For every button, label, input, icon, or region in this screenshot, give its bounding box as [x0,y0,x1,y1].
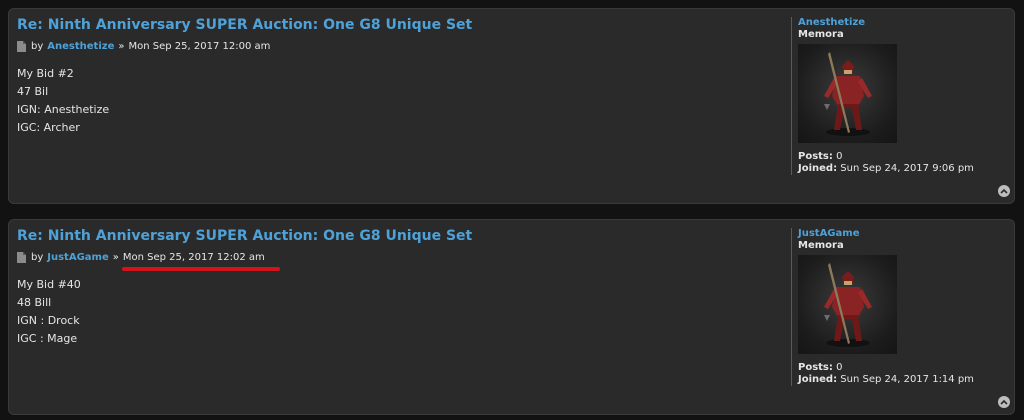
author-link[interactable]: JustAGame [47,252,108,263]
post-byline: by JustAGame » Mon Sep 25, 2017 12:02 am [17,252,265,263]
byline-by: by [31,41,44,52]
post-profile: Anesthetize Memora Posts: 0 Joined: Sun … [791,17,1008,175]
armored-knight-avatar [824,263,872,347]
document-icon[interactable] [17,41,26,52]
content-line: IGC : Mage [17,332,78,345]
post-profile: JustAGame Memora Posts: 0 Joined: Sun Se… [791,228,1008,386]
avatar[interactable] [798,255,897,354]
post-content: My Bid #40 48 Bill IGN : Drock IGC : Mag… [17,276,81,348]
content-line: My Bid #2 [17,67,74,80]
profile-rank: Memora [798,29,844,40]
back-to-top-button[interactable] [998,396,1010,408]
profile-username-link[interactable]: JustAGame [798,228,1008,240]
posts-count: 0 [836,362,843,373]
joined-date: Sun Sep 24, 2017 1:14 pm [840,374,974,385]
byline-by: by [31,252,44,263]
content-line: IGN : Drock [17,314,80,327]
posts-label: Posts: [798,151,833,162]
post: Re: Ninth Anniversary SUPER Auction: One… [8,8,1015,204]
chevron-up-icon [1000,188,1008,194]
posts-count: 0 [836,151,843,162]
byline-separator: » [118,41,125,52]
post-date: Mon Sep 25, 2017 12:00 am [128,41,271,52]
post-content: My Bid #2 47 Bil IGN: Anesthetize IGC: A… [17,65,109,137]
post-title-link[interactable]: Re: Ninth Anniversary SUPER Auction: One… [17,228,472,244]
profile-stats: Posts: 0 Joined: Sun Sep 24, 2017 1:14 p… [798,362,974,386]
avatar[interactable] [798,44,897,143]
content-line: IGC: Archer [17,121,80,134]
joined-label: Joined: [798,163,838,174]
content-line: 48 Bill [17,296,52,309]
document-icon[interactable] [17,252,26,263]
post: Re: Ninth Anniversary SUPER Auction: One… [8,219,1015,415]
profile-username-link[interactable]: Anesthetize [798,17,1008,29]
profile-rank: Memora [798,240,844,251]
armored-knight-avatar [824,52,872,136]
content-line: My Bid #40 [17,278,81,291]
author-link[interactable]: Anesthetize [47,41,114,52]
content-line: 47 Bil [17,85,49,98]
red-underline-annotation [122,267,280,271]
post-date: Mon Sep 25, 2017 12:02 am [122,252,265,263]
back-to-top-button[interactable] [998,185,1010,197]
chevron-up-icon [1000,399,1008,405]
profile-stats: Posts: 0 Joined: Sun Sep 24, 2017 9:06 p… [798,151,974,175]
post-title-link[interactable]: Re: Ninth Anniversary SUPER Auction: One… [17,17,472,33]
post-byline: by Anesthetize » Mon Sep 25, 2017 12:00 … [17,41,270,52]
byline-separator: » [112,252,119,263]
posts-label: Posts: [798,362,833,373]
joined-date: Sun Sep 24, 2017 9:06 pm [840,163,974,174]
content-line: IGN: Anesthetize [17,103,110,116]
joined-label: Joined: [798,374,838,385]
